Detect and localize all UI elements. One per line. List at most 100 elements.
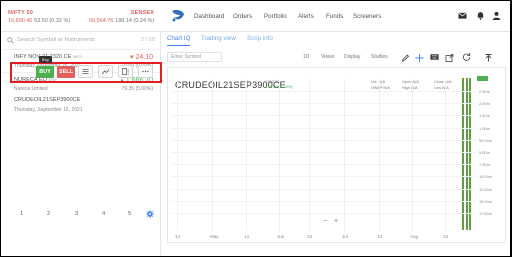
tab-chart-iq[interactable]: Chart IQ — [167, 35, 191, 46]
user-icon[interactable] — [492, 11, 501, 20]
sensex-name: SENSEX — [130, 10, 155, 16]
watchlist-search[interactable]: Search Symbol or Instruments 3 / 50 — [7, 36, 157, 46]
mail-icon[interactable] — [458, 11, 467, 20]
grid-line — [379, 79, 380, 231]
chart-area[interactable] — [167, 67, 506, 243]
time-tick-label: 14 — [244, 234, 250, 239]
price-tick-label: 15.00m — [479, 198, 492, 204]
interval-select[interactable]: 1D — [303, 54, 309, 60]
brand-logo-icon[interactable] — [171, 8, 185, 22]
item-price: ▾ 24.10 — [130, 54, 153, 61]
stat-high: High N/A — [402, 85, 418, 90]
sensex-change: 188.14 (0.24 %) — [115, 18, 155, 24]
market-depth-button[interactable] — [78, 65, 93, 78]
time-tick-label: 14 — [377, 234, 383, 239]
stat-close: Close N/A — [434, 79, 452, 84]
last-price-marker — [477, 76, 488, 81]
nav-orders[interactable]: Orders — [233, 13, 252, 20]
zoom-out-button[interactable]: − — [323, 218, 327, 225]
grid-line — [171, 176, 476, 178]
time-tick-label: 14 — [443, 234, 449, 239]
info-button[interactable] — [118, 65, 133, 78]
nifty-index[interactable]: NIFTY 50 16,690.40 53.50 (0.32 %) — [8, 9, 70, 25]
price-tick-label: 1.50m — [479, 113, 490, 119]
sensex-value: 56,564.76 — [89, 18, 114, 24]
price-tick-label: 5.00m — [479, 150, 490, 155]
grid-line — [171, 139, 476, 141]
more-button[interactable] — [138, 65, 153, 78]
nifty-change: 53.50 (0.32 %) — [34, 18, 71, 24]
sell-button[interactable]: SELL — [57, 66, 75, 78]
trend-icon — [101, 69, 110, 75]
item-name: Nureca Limited — [14, 86, 48, 92]
refresh-icon[interactable] — [461, 52, 472, 62]
price-tick-label: 17.50m — [479, 211, 492, 216]
nav-screeners[interactable]: Screeners — [353, 13, 381, 20]
grid-line — [171, 91, 476, 92]
grid-line — [246, 79, 247, 231]
page-1[interactable]: 1 — [20, 211, 23, 217]
zoom-in-button[interactable]: + — [334, 218, 338, 225]
item-symbol: CRUDEOIL21SEP3900CE — [14, 97, 81, 103]
watchlist-pager: 1 2 3 4 5 — [1, 209, 161, 221]
grid-line — [171, 103, 476, 105]
price-tick-label: 1.00m — [479, 125, 490, 131]
upload-icon[interactable] — [484, 53, 493, 63]
grid-line — [177, 79, 178, 231]
buy-button[interactable]: BUY — [36, 66, 54, 78]
page-2[interactable]: 2 — [47, 211, 50, 217]
watchlist-count: 3 / 50 — [140, 37, 155, 43]
time-tick-label: 14 — [175, 234, 181, 239]
sensex-index[interactable]: SENSEX 56,564.76 188.14 (0.24 %) — [89, 9, 154, 25]
price-tick-label: 12.50m — [479, 186, 492, 192]
keyboard-icon[interactable] — [429, 52, 440, 62]
watchlist-item[interactable]: CRUDEOIL21SEP3900CE Thursday, September … — [1, 94, 161, 116]
nav-alerts[interactable]: Alerts — [298, 13, 314, 20]
display-menu[interactable]: Display — [344, 54, 360, 60]
price-tick-label: 7.50m — [479, 162, 490, 168]
time-tick-label: Aug — [410, 234, 419, 239]
nav-funds[interactable]: Funds — [326, 13, 343, 20]
settings-gear-icon[interactable] — [146, 210, 154, 218]
buy-tooltip: Buy — [39, 56, 52, 63]
nav-portfolio[interactable]: Portfolio — [264, 13, 287, 20]
nifty-name: NIFTY 50 — [8, 10, 34, 16]
price-tick-label: 2.00m — [479, 101, 490, 107]
item-change: 79.35 (5.00%) — [121, 86, 153, 92]
bell-icon[interactable] — [476, 11, 485, 20]
document-icon — [122, 68, 129, 75]
tab-trading-view[interactable]: Trading view — [201, 35, 236, 42]
symbol-input[interactable]: Enter Symbol — [167, 52, 222, 62]
page-4[interactable]: 4 — [102, 211, 105, 217]
stat-open: Open N/A — [402, 79, 420, 84]
grid-line — [279, 79, 280, 231]
pencil-icon[interactable] — [401, 53, 410, 63]
volume-bar — [469, 78, 471, 230]
time-tick-label: Jul — [342, 234, 348, 239]
views-menu[interactable]: Views — [321, 54, 334, 60]
grid-line — [309, 79, 310, 231]
chart-button[interactable] — [98, 65, 113, 78]
stat-low: Low N/A — [434, 85, 449, 90]
grid-line — [171, 164, 476, 166]
app-window: NIFTY 50 16,690.40 53.50 (0.32 %) SENSEX… — [1, 1, 510, 256]
search-input[interactable]: Search Symbol or Instruments — [17, 37, 95, 43]
popout-icon[interactable] — [445, 53, 454, 63]
price-tick-label: 2.50m — [479, 89, 490, 94]
list-icon — [82, 69, 89, 74]
page-3[interactable]: 3 — [75, 211, 78, 217]
crosshair-icon[interactable] — [415, 53, 424, 63]
time-tick-label: 14 — [307, 234, 313, 239]
grid-line — [171, 152, 476, 153]
time-tick-label: May — [210, 234, 219, 239]
studies-menu[interactable]: Studies — [371, 54, 388, 60]
nav-dashboard[interactable]: Dashboard — [194, 13, 224, 20]
nifty-value: 16,690.40 — [8, 18, 33, 24]
page-5[interactable]: 5 — [128, 211, 131, 217]
item-date: Thursday, September 16, 2021 — [14, 107, 83, 113]
grid-line — [171, 127, 476, 129]
top-header: NIFTY 50 16,690.40 53.50 (0.32 %) SENSEX… — [1, 1, 510, 32]
grid-line — [171, 188, 476, 190]
grid-line — [445, 79, 446, 231]
tab-scrip-info[interactable]: Scrip info — [247, 35, 273, 42]
